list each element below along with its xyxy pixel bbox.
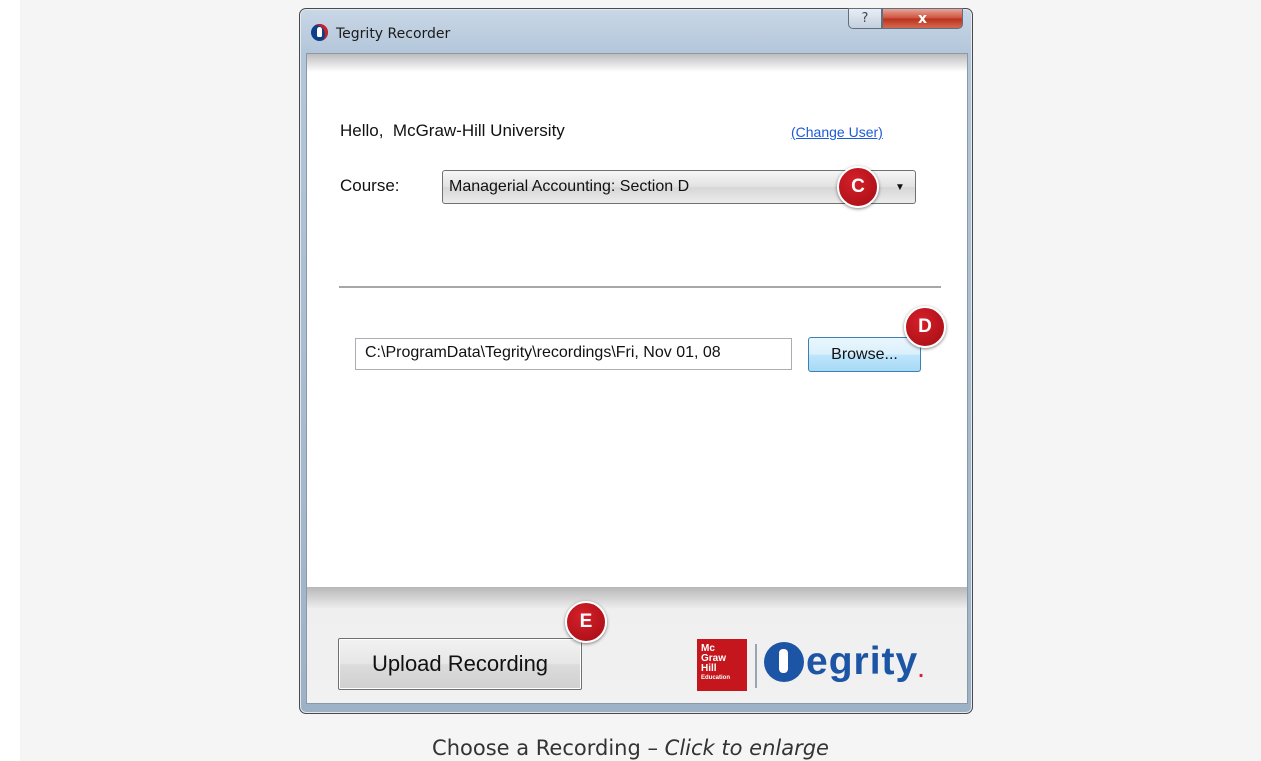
figure-caption: Choose a Recording – Click to enlarge [0,736,1261,760]
course-selected-value: Managerial Accounting: Section D [449,178,690,195]
tegrity-app-icon [311,24,328,41]
dropdown-arrow-icon[interactable]: ▼ [885,171,915,203]
change-user-link[interactable]: (Change User) [791,124,883,140]
callout-marker-e: E [565,601,607,643]
tegrity-t-icon [764,642,804,682]
hello-user-label: Hello, McGraw-Hill University [340,121,565,140]
section-divider [339,286,941,288]
tegrity-logo-text: egrity [806,640,919,683]
logo-separator [755,644,757,688]
tegrity-logo: egrity . [764,637,925,687]
callout-marker-d: D [904,306,946,348]
tegrity-logo-dot: . [918,659,925,682]
upload-recording-button[interactable]: Upload Recording [338,638,582,690]
bottom-panel: Upload Recording Mc Graw Hill Education … [307,587,967,703]
recorder-content: Hello, McGraw-Hill University (Change Us… [306,53,968,704]
help-button[interactable]: ? [848,8,882,29]
recording-path-field[interactable]: C:\ProgramData\Tegrity\recordings\Fri, N… [355,338,792,370]
mh-logo-line: Hill [701,663,717,674]
callout-marker-c: C [837,166,879,208]
top-shadow [307,54,967,72]
close-button[interactable]: x [882,8,963,29]
course-label: Course: [340,176,400,195]
window-title: Tegrity Recorder [336,26,451,42]
caption-text: Choose a Recording – [432,736,665,760]
browse-button[interactable]: Browse... [808,337,921,372]
caption-enlarge-link[interactable]: Click to enlarge [665,736,829,760]
title-bar: Tegrity Recorder ? x [300,8,972,53]
mh-logo-line: Education [701,675,731,681]
tegrity-recorder-window: Tegrity Recorder ? x Hello, McGraw-Hill … [299,8,973,714]
mcgraw-hill-education-logo: Mc Graw Hill Education [697,639,747,691]
